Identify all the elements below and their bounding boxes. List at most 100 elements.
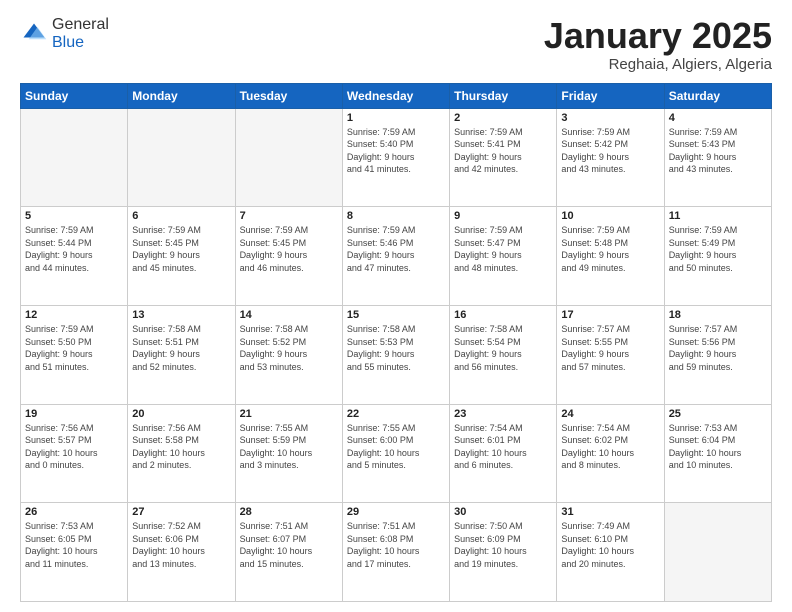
calendar-header-wednesday: Wednesday <box>342 83 449 108</box>
calendar-cell: 19Sunrise: 7:56 AM Sunset: 5:57 PM Dayli… <box>21 404 128 503</box>
day-number: 10 <box>561 210 659 222</box>
day-info: Sunrise: 7:53 AM Sunset: 6:05 PM Dayligh… <box>25 520 123 570</box>
day-number: 14 <box>240 309 338 321</box>
page: General Blue January 2025 Reghaia, Algie… <box>0 0 792 612</box>
calendar-cell: 2 Sunrise: 7:59 AM Sunset: 5:41 PM Daylig… <box>450 108 557 207</box>
day-number: 19 <box>25 408 123 420</box>
calendar-header-thursday: Thursday <box>450 83 557 108</box>
day-number: 11 <box>669 210 767 222</box>
calendar-cell: 21Sunrise: 7:55 AM Sunset: 5:59 PM Dayli… <box>235 404 342 503</box>
calendar-cell: 11 Sunrise: 7:59 AM Sunset: 5:49 PM Dayli… <box>664 207 771 306</box>
day-info: Sunrise: 7:57 AM Sunset: 5:56 PM Dayligh… <box>669 323 767 373</box>
day-number: 31 <box>561 506 659 518</box>
calendar-cell: 6 Sunrise: 7:59 AM Sunset: 5:45 PM Daylig… <box>128 207 235 306</box>
day-info: Sunrise: 7:51 AM Sunset: 6:07 PM Dayligh… <box>240 520 338 570</box>
calendar-cell: 31 Sunrise: 7:49 AM Sunset: 6:10 PM Dayli… <box>557 503 664 602</box>
day-info: Sunrise: 7:59 AM Sunset: 5:45 PM Dayligh… <box>132 224 230 274</box>
calendar-cell: 9 Sunrise: 7:59 AM Sunset: 5:47 PM Daylig… <box>450 207 557 306</box>
day-number: 6 <box>132 210 230 222</box>
calendar-cell <box>664 503 771 602</box>
calendar-cell: 10 Sunrise: 7:59 AM Sunset: 5:48 PM Dayli… <box>557 207 664 306</box>
day-info: Sunrise: 7:55 AM Sunset: 5:59 PM Dayligh… <box>240 422 338 472</box>
calendar-cell: 27Sunrise: 7:52 AM Sunset: 6:06 PM Dayli… <box>128 503 235 602</box>
day-info: Sunrise: 7:59 AM Sunset: 5:50 PM Dayligh… <box>25 323 123 373</box>
day-info: Sunrise: 7:59 AM Sunset: 5:46 PM Dayligh… <box>347 224 445 274</box>
day-info: Sunrise: 7:52 AM Sunset: 6:06 PM Dayligh… <box>132 520 230 570</box>
day-number: 26 <box>25 506 123 518</box>
calendar-title: January 2025 <box>544 16 772 56</box>
calendar-header-friday: Friday <box>557 83 664 108</box>
day-info: Sunrise: 7:58 AM Sunset: 5:52 PM Dayligh… <box>240 323 338 373</box>
calendar-cell: 12 Sunrise: 7:59 AM Sunset: 5:50 PM Dayli… <box>21 305 128 404</box>
day-info: Sunrise: 7:55 AM Sunset: 6:00 PM Dayligh… <box>347 422 445 472</box>
calendar-cell: 1Sunrise: 7:59 AM Sunset: 5:40 PM Daylig… <box>342 108 449 207</box>
day-number: 30 <box>454 506 552 518</box>
week-row-1: 1Sunrise: 7:59 AM Sunset: 5:40 PM Daylig… <box>21 108 772 207</box>
calendar-cell: 26 Sunrise: 7:53 AM Sunset: 6:05 PM Dayli… <box>21 503 128 602</box>
calendar-cell <box>128 108 235 207</box>
week-row-5: 26 Sunrise: 7:53 AM Sunset: 6:05 PM Dayli… <box>21 503 772 602</box>
day-info: Sunrise: 7:57 AM Sunset: 5:55 PM Dayligh… <box>561 323 659 373</box>
day-number: 7 <box>240 210 338 222</box>
logo-text: General Blue <box>52 16 109 52</box>
calendar-cell: 23Sunrise: 7:54 AM Sunset: 6:01 PM Dayli… <box>450 404 557 503</box>
calendar-header-tuesday: Tuesday <box>235 83 342 108</box>
day-info: Sunrise: 7:51 AM Sunset: 6:08 PM Dayligh… <box>347 520 445 570</box>
calendar-cell: 15 Sunrise: 7:58 AM Sunset: 5:53 PM Dayli… <box>342 305 449 404</box>
day-info: Sunrise: 7:59 AM Sunset: 5:45 PM Dayligh… <box>240 224 338 274</box>
week-row-3: 12 Sunrise: 7:59 AM Sunset: 5:50 PM Dayli… <box>21 305 772 404</box>
calendar-header-sunday: Sunday <box>21 83 128 108</box>
calendar-cell: 3Sunrise: 7:59 AM Sunset: 5:42 PM Daylig… <box>557 108 664 207</box>
logo-general: General <box>52 16 109 33</box>
calendar-cell: 28 Sunrise: 7:51 AM Sunset: 6:07 PM Dayli… <box>235 503 342 602</box>
day-info: Sunrise: 7:59 AM Sunset: 5:47 PM Dayligh… <box>454 224 552 274</box>
day-info: Sunrise: 7:59 AM Sunset: 5:43 PM Dayligh… <box>669 126 767 176</box>
day-number: 12 <box>25 309 123 321</box>
day-number: 22 <box>347 408 445 420</box>
day-number: 5 <box>25 210 123 222</box>
day-number: 15 <box>347 309 445 321</box>
calendar-cell: 16 Sunrise: 7:58 AM Sunset: 5:54 PM Dayli… <box>450 305 557 404</box>
calendar-cell: 29 Sunrise: 7:51 AM Sunset: 6:08 PM Dayli… <box>342 503 449 602</box>
week-row-4: 19Sunrise: 7:56 AM Sunset: 5:57 PM Dayli… <box>21 404 772 503</box>
day-info: Sunrise: 7:54 AM Sunset: 6:01 PM Dayligh… <box>454 422 552 472</box>
header: General Blue January 2025 Reghaia, Algie… <box>20 16 772 73</box>
title-block: January 2025 Reghaia, Algiers, Algeria <box>544 16 772 73</box>
day-number: 2 <box>454 112 552 124</box>
day-info: Sunrise: 7:49 AM Sunset: 6:10 PM Dayligh… <box>561 520 659 570</box>
day-info: Sunrise: 7:59 AM Sunset: 5:40 PM Dayligh… <box>347 126 445 176</box>
day-info: Sunrise: 7:58 AM Sunset: 5:53 PM Dayligh… <box>347 323 445 373</box>
calendar-cell: 30Sunrise: 7:50 AM Sunset: 6:09 PM Dayli… <box>450 503 557 602</box>
day-info: Sunrise: 7:59 AM Sunset: 5:48 PM Dayligh… <box>561 224 659 274</box>
day-number: 16 <box>454 309 552 321</box>
day-number: 9 <box>454 210 552 222</box>
calendar-header-saturday: Saturday <box>664 83 771 108</box>
day-info: Sunrise: 7:58 AM Sunset: 5:54 PM Dayligh… <box>454 323 552 373</box>
calendar-cell: 4Sunrise: 7:59 AM Sunset: 5:43 PM Daylig… <box>664 108 771 207</box>
day-info: Sunrise: 7:53 AM Sunset: 6:04 PM Dayligh… <box>669 422 767 472</box>
day-info: Sunrise: 7:56 AM Sunset: 5:58 PM Dayligh… <box>132 422 230 472</box>
day-number: 25 <box>669 408 767 420</box>
calendar-cell: 20 Sunrise: 7:56 AM Sunset: 5:58 PM Dayli… <box>128 404 235 503</box>
day-info: Sunrise: 7:59 AM Sunset: 5:42 PM Dayligh… <box>561 126 659 176</box>
day-number: 20 <box>132 408 230 420</box>
day-number: 24 <box>561 408 659 420</box>
logo-blue: Blue <box>52 34 84 51</box>
calendar-subtitle: Reghaia, Algiers, Algeria <box>544 56 772 73</box>
calendar-cell: 22 Sunrise: 7:55 AM Sunset: 6:00 PM Dayli… <box>342 404 449 503</box>
day-number: 8 <box>347 210 445 222</box>
calendar-cell: 5 Sunrise: 7:59 AM Sunset: 5:44 PM Daylig… <box>21 207 128 306</box>
day-info: Sunrise: 7:59 AM Sunset: 5:41 PM Dayligh… <box>454 126 552 176</box>
day-number: 13 <box>132 309 230 321</box>
calendar-cell: 24Sunrise: 7:54 AM Sunset: 6:02 PM Dayli… <box>557 404 664 503</box>
calendar-table: SundayMondayTuesdayWednesdayThursdayFrid… <box>20 83 772 602</box>
calendar-cell: 18Sunrise: 7:57 AM Sunset: 5:56 PM Dayli… <box>664 305 771 404</box>
day-number: 28 <box>240 506 338 518</box>
day-number: 29 <box>347 506 445 518</box>
logo: General Blue <box>20 16 109 52</box>
calendar-cell: 17Sunrise: 7:57 AM Sunset: 5:55 PM Dayli… <box>557 305 664 404</box>
logo-icon <box>20 20 48 48</box>
day-info: Sunrise: 7:59 AM Sunset: 5:49 PM Dayligh… <box>669 224 767 274</box>
week-row-2: 5 Sunrise: 7:59 AM Sunset: 5:44 PM Daylig… <box>21 207 772 306</box>
day-info: Sunrise: 7:59 AM Sunset: 5:44 PM Dayligh… <box>25 224 123 274</box>
